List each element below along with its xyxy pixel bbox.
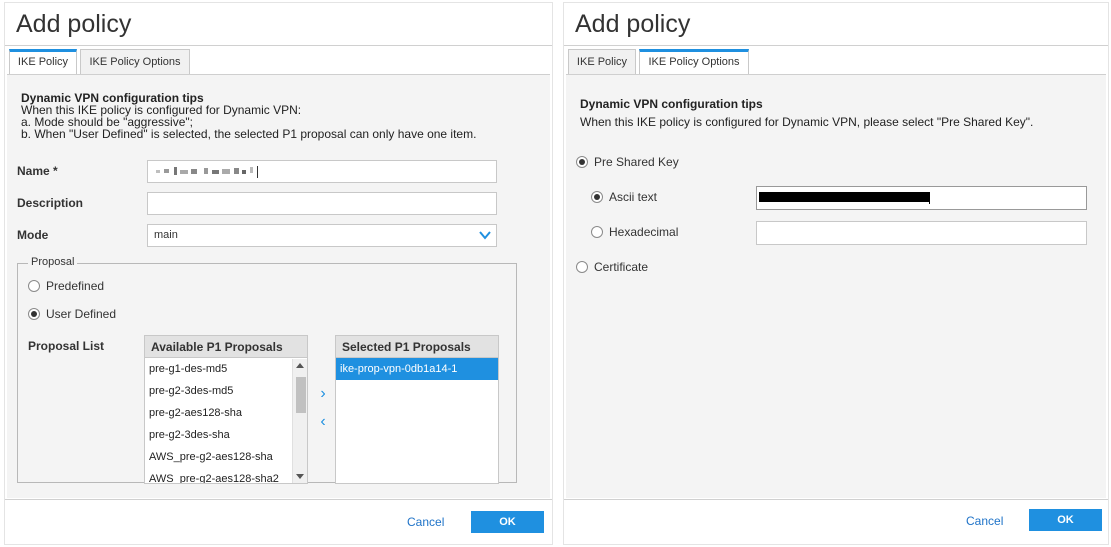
footer-divider (564, 499, 1108, 500)
list-item[interactable]: pre-g2-3des-md5 (145, 380, 307, 402)
list-item[interactable]: AWS_pre-g2-aes128-sha2 (145, 468, 307, 483)
cancel-button[interactable]: Cancel (966, 514, 1003, 528)
mode-select[interactable]: main (147, 224, 497, 247)
list-item[interactable]: AWS_pre-g2-aes128-sha (145, 446, 307, 468)
pre-shared-key-radio[interactable] (576, 156, 588, 168)
list-scrollbar[interactable] (292, 359, 307, 483)
list-item[interactable]: pre-g2-3des-sha (145, 424, 307, 446)
ok-button[interactable]: OK (1029, 509, 1102, 531)
hexadecimal-input[interactable] (756, 221, 1087, 245)
ascii-key-input[interactable] (756, 186, 1087, 210)
description-label: Description (17, 196, 84, 210)
scroll-up-icon[interactable] (296, 363, 304, 368)
certificate-radio[interactable] (576, 261, 588, 273)
redacted-value (156, 166, 258, 178)
proposal-fieldset: Proposal Predefined User Defined Proposa… (17, 256, 517, 484)
move-left-button[interactable]: ‹ (314, 413, 332, 431)
description-input[interactable] (147, 192, 497, 215)
title-divider (564, 45, 1108, 46)
tab-ike-policy[interactable]: IKE Policy (9, 49, 77, 75)
pre-shared-key-option[interactable]: Pre Shared Key (576, 155, 679, 169)
name-input[interactable] (147, 160, 497, 183)
tips-line: When this IKE policy is configured for D… (580, 115, 1034, 129)
pre-shared-key-label: Pre Shared Key (594, 155, 679, 169)
name-label: Name * (17, 164, 58, 178)
available-proposals-list[interactable]: Available P1 Proposals pre-g1-des-md5 pr… (144, 335, 308, 484)
available-proposals-header: Available P1 Proposals (145, 336, 307, 358)
predefined-label: Predefined (46, 279, 105, 293)
proposal-list-label: Proposal List (28, 339, 105, 353)
user-defined-radio[interactable] (28, 308, 40, 320)
mode-label: Mode (17, 228, 49, 242)
dialog-title: Add policy (16, 10, 132, 38)
cancel-button[interactable]: Cancel (407, 515, 444, 529)
footer-divider (5, 499, 552, 500)
predefined-radio[interactable] (28, 280, 40, 292)
predefined-option[interactable]: Predefined (28, 279, 104, 293)
tab-content-panel: Dynamic VPN configuration tips When this… (566, 74, 1106, 498)
selected-proposals-list[interactable]: Selected P1 Proposals ike-prop-vpn-0db1a… (335, 335, 499, 484)
selected-proposals-header: Selected P1 Proposals (336, 336, 498, 358)
tab-ike-policy[interactable]: IKE Policy (568, 49, 636, 75)
hexadecimal-label: Hexadecimal (609, 225, 679, 239)
certificate-label: Certificate (594, 260, 649, 274)
hexadecimal-radio[interactable] (591, 226, 603, 238)
hexadecimal-option[interactable]: Hexadecimal (591, 225, 678, 239)
scroll-down-icon[interactable] (296, 474, 304, 479)
tab-ike-policy-options[interactable]: IKE Policy Options (639, 49, 749, 75)
tab-content-panel: Dynamic VPN configuration tips When this… (7, 74, 550, 498)
ok-button[interactable]: OK (471, 511, 544, 533)
list-item[interactable]: pre-g2-aes128-sha (145, 402, 307, 424)
list-item[interactable]: ike-prop-vpn-0db1a14-1 (336, 358, 498, 380)
user-defined-label: User Defined (46, 307, 117, 321)
ascii-text-option[interactable]: Ascii text (591, 190, 657, 204)
redacted-value (759, 192, 930, 204)
user-defined-option[interactable]: User Defined (28, 307, 116, 321)
certificate-option[interactable]: Certificate (576, 260, 648, 274)
list-item[interactable]: pre-g1-des-md5 (145, 358, 307, 380)
move-right-button[interactable]: › (314, 385, 332, 403)
ascii-text-radio[interactable] (591, 191, 603, 203)
add-policy-dialog-right: Add policy IKE Policy IKE Policy Options… (563, 2, 1109, 545)
tips-title: Dynamic VPN configuration tips (580, 97, 763, 111)
mode-value: main (154, 229, 178, 241)
tab-ike-policy-options[interactable]: IKE Policy Options (80, 49, 190, 75)
ascii-text-label: Ascii text (609, 190, 658, 204)
add-policy-dialog-left: Add policy IKE Policy IKE Policy Options… (4, 2, 553, 545)
title-divider (5, 45, 552, 46)
proposal-legend: Proposal (28, 256, 78, 268)
chevron-down-icon (479, 231, 491, 240)
scroll-thumb[interactable] (296, 377, 306, 413)
dialog-title: Add policy (575, 10, 691, 38)
tips-line: b. When "User Defined" is selected, the … (21, 127, 477, 141)
